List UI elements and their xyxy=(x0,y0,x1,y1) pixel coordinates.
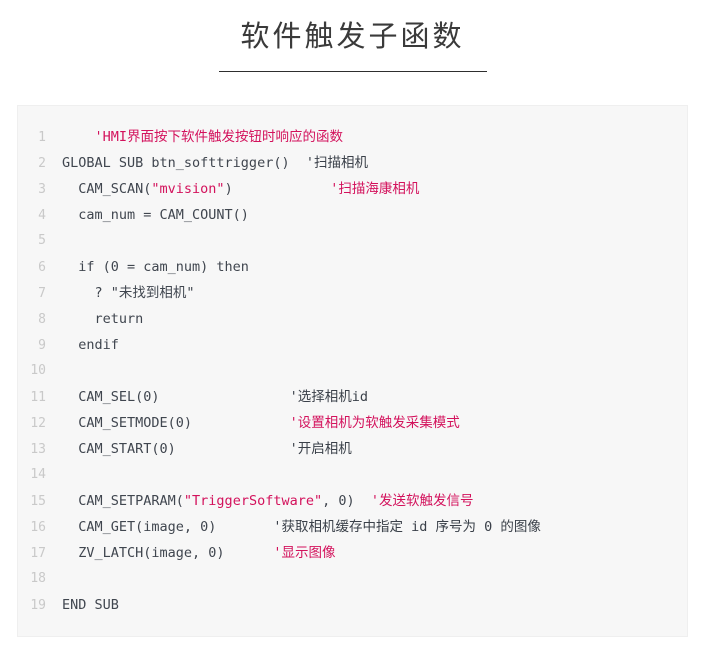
line-number: 18 xyxy=(30,571,46,586)
code-token-plain: if (0 = cam_num) then xyxy=(62,259,249,275)
code-token-plain: CAM_START(0) xyxy=(62,441,290,457)
code-line: 7 ? "未找到相机" xyxy=(18,280,687,306)
code-line: 2 GLOBAL SUB btn_softtrigger() '扫描相机 xyxy=(18,150,687,176)
page-title: 软件触发子函数 xyxy=(240,21,465,53)
line-number: 12 xyxy=(30,416,46,431)
code-token-plain: cam_num = CAM_COUNT() xyxy=(62,207,249,223)
code-token-comment: 'HMI界面按下软件触发按钮时响应的函数 xyxy=(94,129,344,145)
code-line-content: CAM_START(0) '开启相机 xyxy=(46,436,352,462)
line-number: 3 xyxy=(38,182,46,197)
code-token-plain: ? "未找到相机" xyxy=(62,285,195,301)
line-number: 4 xyxy=(38,208,46,223)
code-line-content: CAM_SEL(0) '选择相机id xyxy=(46,384,368,410)
code-line: 16 CAM_GET(image, 0) '获取相机缓存中指定 id 序号为 0… xyxy=(18,514,687,540)
code-line: 12 CAM_SETMODE(0) '设置相机为软触发采集模式 xyxy=(18,410,687,436)
code-line: 14 xyxy=(18,462,687,488)
line-number: 11 xyxy=(30,390,46,405)
code-line-content: CAM_SETMODE(0) '设置相机为软触发采集模式 xyxy=(46,410,460,436)
code-line: 4 cam_num = CAM_COUNT() xyxy=(18,202,687,228)
code-token-plain: endif xyxy=(62,337,119,353)
code-block[interactable]: 1 'HMI界面按下软件触发按钮时响应的函数 2 GLOBAL SUB btn_so… xyxy=(17,105,688,637)
code-line-content: ZV_LATCH(image, 0) '显示图像 xyxy=(46,540,335,566)
code-line: 3 CAM_SCAN("mvision") '扫描海康相机 xyxy=(18,176,687,202)
page-root: 软件触发子函数 1 'HMI界面按下软件触发按钮时响应的函数 2 GLOBAL SU… xyxy=(0,0,705,655)
code-token-plain: ZV_LATCH(image, 0) xyxy=(62,545,274,561)
code-line: 6 if (0 = cam_num) then xyxy=(18,254,687,280)
code-token-plain: END SUB xyxy=(62,597,119,613)
code-token-string: "TriggerSoftware" xyxy=(183,493,323,509)
code-line-content: END SUB xyxy=(46,592,119,618)
code-token-plain: return xyxy=(62,311,144,327)
code-token-plain: GLOBAL SUB btn_softtrigger() xyxy=(62,155,306,171)
line-number: 6 xyxy=(38,260,46,275)
line-number: 17 xyxy=(30,546,46,561)
code-line-content: cam_num = CAM_COUNT() xyxy=(46,202,249,228)
code-token-plain: CAM_GET(image, 0) xyxy=(62,519,274,535)
code-token-plain: CAM_SEL(0) xyxy=(62,389,290,405)
code-line: 1 'HMI界面按下软件触发按钮时响应的函数 xyxy=(18,124,687,150)
code-line-content: return xyxy=(46,306,144,332)
code-line: 17 ZV_LATCH(image, 0) '显示图像 xyxy=(18,540,687,566)
code-line: 15 CAM_SETPARAM("TriggerSoftware", 0) '发… xyxy=(18,488,687,514)
code-token-note: '选择相机id xyxy=(289,389,368,405)
code-token-plain: CAM_SETMODE(0) xyxy=(62,415,290,431)
code-lines-container: 1 'HMI界面按下软件触发按钮时响应的函数 2 GLOBAL SUB btn_so… xyxy=(18,106,687,618)
title-divider xyxy=(218,71,487,73)
code-line: 9 endif xyxy=(18,332,687,358)
line-number: 16 xyxy=(30,520,46,535)
line-number: 5 xyxy=(38,233,46,248)
code-line-content: 'HMI界面按下软件触发按钮时响应的函数 xyxy=(46,124,344,150)
line-number: 2 xyxy=(38,156,46,171)
code-line-content: CAM_GET(image, 0) '获取相机缓存中指定 id 序号为 0 的图… xyxy=(46,514,541,540)
line-number: 1 xyxy=(38,130,46,145)
page-header: 软件触发子函数 xyxy=(0,0,705,73)
code-token-string: "mvision" xyxy=(151,181,225,197)
code-token-plain: ) xyxy=(224,181,331,197)
code-line-content: ? "未找到相机" xyxy=(46,280,195,306)
line-number: 13 xyxy=(30,442,46,457)
code-line-content: GLOBAL SUB btn_softtrigger() '扫描相机 xyxy=(46,150,368,176)
line-number: 14 xyxy=(30,467,46,482)
code-line: 8 return xyxy=(18,306,687,332)
code-line: 11 CAM_SEL(0) '选择相机id xyxy=(18,384,687,410)
line-number: 19 xyxy=(30,598,46,613)
code-line: 13 CAM_START(0) '开启相机 xyxy=(18,436,687,462)
code-token-comment: '设置相机为软触发采集模式 xyxy=(289,415,460,431)
line-number: 9 xyxy=(38,338,46,353)
code-line-content: CAM_SCAN("mvision") '扫描海康相机 xyxy=(46,176,419,202)
code-token-comment: '扫描海康相机 xyxy=(330,181,420,197)
code-line: 5 xyxy=(18,228,687,254)
code-token-plain: , 0) xyxy=(322,493,371,509)
code-line: 10 xyxy=(18,358,687,384)
line-number: 8 xyxy=(38,312,46,327)
code-line-content: endif xyxy=(46,332,119,358)
code-line-content: CAM_SETPARAM("TriggerSoftware", 0) '发送软触… xyxy=(46,488,474,514)
line-number: 7 xyxy=(38,286,46,301)
code-token-note: '扫描相机 xyxy=(305,155,368,171)
code-line: 18 xyxy=(18,566,687,592)
code-token-note: '获取相机缓存中指定 id 序号为 0 的图像 xyxy=(273,519,541,535)
code-token-comment: '发送软触发信号 xyxy=(370,493,474,509)
code-line-content: if (0 = cam_num) then xyxy=(46,254,249,280)
code-token-comment: '显示图像 xyxy=(273,545,336,561)
code-token-plain: CAM_SETPARAM( xyxy=(62,493,184,509)
code-line: 19 END SUB xyxy=(18,592,687,618)
code-token-note: '开启相机 xyxy=(289,441,352,457)
code-token-plain: CAM_SCAN( xyxy=(62,181,152,197)
line-number: 10 xyxy=(30,363,46,378)
line-number: 15 xyxy=(30,494,46,509)
